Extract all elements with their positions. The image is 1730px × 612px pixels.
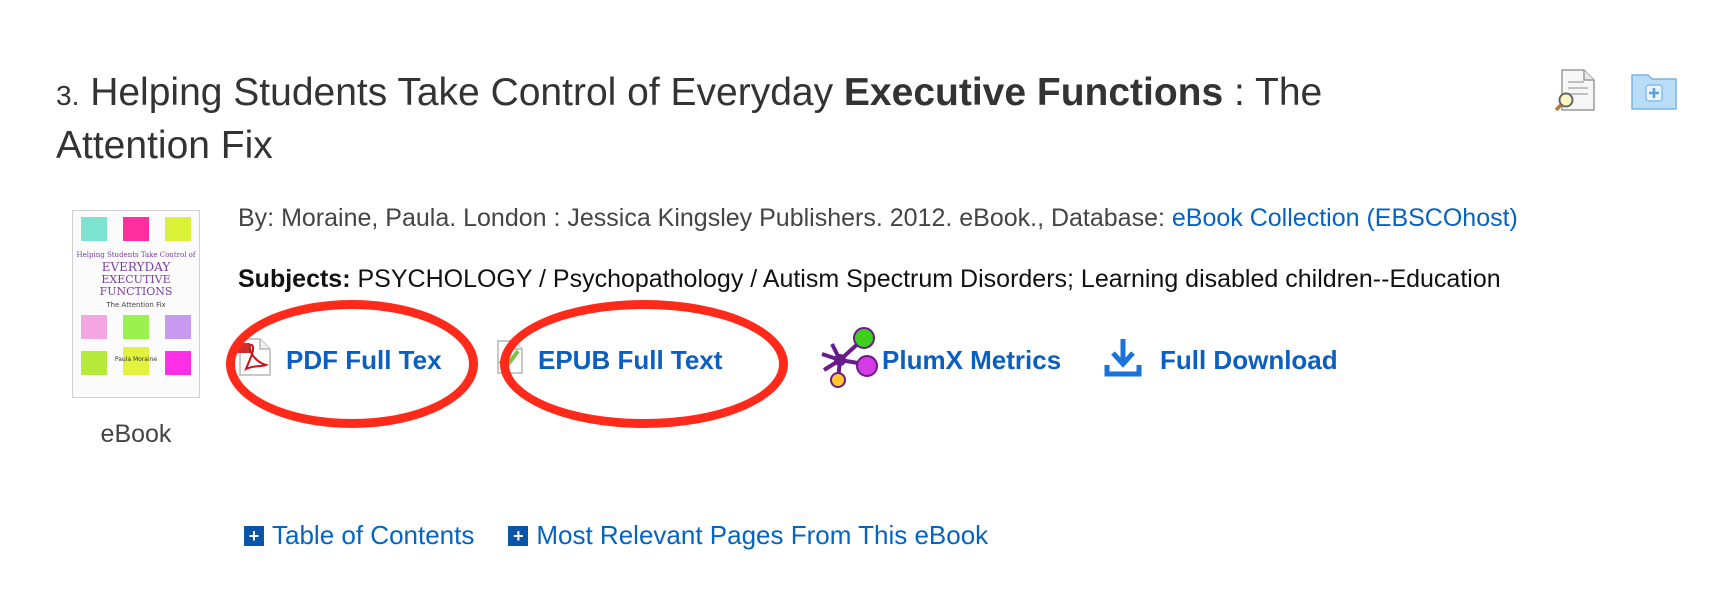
title-highlight: Executive Functions [843,71,1224,114]
plumx-metrics-label: PlumX Metrics [882,344,1062,375]
result-actions [1554,68,1678,117]
pdf-full-text-link[interactable]: PDF Full Tex [236,330,442,390]
expand-plus-icon: + [244,525,264,546]
subjects-text: PSYCHOLOGY / Psychopathology / Autism Sp… [357,265,1501,293]
cover-line1: Helping Students Take Control of [77,251,197,259]
preview-icon[interactable] [1554,68,1598,117]
table-of-contents-link[interactable]: + Table of Contents [244,520,474,551]
cover-line2: EVERYDAY [102,260,172,274]
format-label: eBook [100,420,172,448]
table-of-contents-label: Table of Contents [272,520,475,550]
result-number: 3. [56,80,80,111]
epub-icon [494,337,524,384]
result-title-link[interactable]: Helping Students Take Control of Everyda… [56,71,1322,167]
expandable-links: + Table of Contents + Most Relevant Page… [244,520,988,551]
download-icon [1104,337,1142,384]
title-before: Helping Students Take Control of Everyda… [90,71,834,114]
book-cover-thumbnail[interactable]: Helping Students Take Control of EVERYDA… [72,210,200,398]
subjects-label: Subjects: [238,265,351,293]
pdf-icon [236,337,272,384]
relevant-pages-label: Most Relevant Pages From This eBook [536,520,989,550]
epub-full-text-label: EPUB Full Text [538,344,723,375]
result-subjects: Subjects: PSYCHOLOGY / Psychopathology /… [238,262,1501,296]
epub-full-text-link[interactable]: EPUB Full Text [494,330,722,390]
add-to-folder-icon[interactable] [1630,69,1678,116]
full-download-label: Full Download [1160,344,1338,375]
plumx-icon [816,326,880,395]
cover-subtitle: The Attention Fix [105,301,165,309]
expand-plus-icon: + [508,525,529,546]
pdf-full-text-label: PDF Full Tex [286,344,442,375]
cover-author: Paula Moraine [115,356,158,363]
database-link[interactable]: eBook Collection (EBSCOhost) [1172,204,1518,232]
relevant-pages-link[interactable]: + Most Relevant Pages From This eBook [508,520,988,551]
result-title: 3. Helping Students Take Control of Ever… [56,68,1396,171]
cover-line4: FUNCTIONS [100,285,173,298]
full-download-link[interactable]: Full Download [1104,330,1338,390]
plumx-metrics-link[interactable]: PlumX Metrics [816,326,1062,390]
result-details: By: Moraine, Paula. London : Jessica Kin… [238,202,1518,234]
details-text: By: Moraine, Paula. London : Jessica Kin… [238,204,1165,232]
